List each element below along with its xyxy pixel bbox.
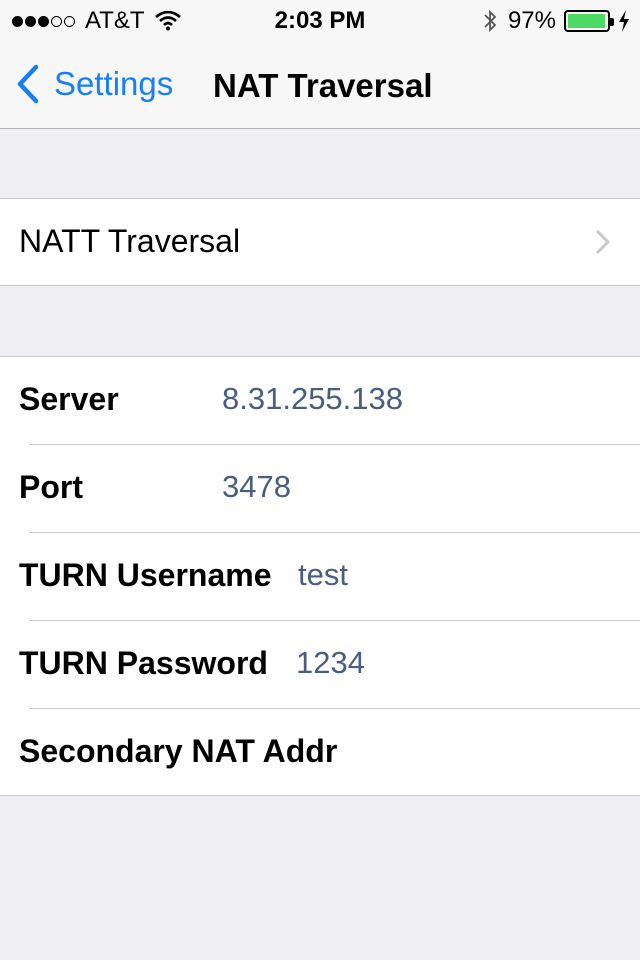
natt-traversal-label: NATT Traversal [19,223,241,259]
turn-password-label: TURN Password [19,645,268,681]
port-field[interactable]: 3478 [222,469,291,505]
turn-username-row[interactable]: TURN Username test [0,533,640,621]
status-bar: AT&T 2:03 PM 97% [0,0,640,40]
back-button-label: Settings [54,65,174,102]
turn-password-field[interactable]: 1234 [296,645,365,681]
server-label: Server [19,381,119,417]
charging-bolt-icon [619,10,629,32]
chevron-left-icon [17,64,39,104]
turn-username-label: TURN Username [19,557,272,593]
page-title: NAT Traversal [213,67,433,104]
back-button[interactable]: Settings [16,64,173,104]
status-right: 97% [482,7,630,35]
chevron-right-icon [596,230,610,254]
battery-tip [610,18,614,26]
natt-section: NATT Traversal [0,198,640,286]
port-label: Port [19,469,83,505]
secondary-nat-row[interactable]: Secondary NAT Addr [0,709,640,797]
battery-percent: 97% [507,7,556,34]
port-row[interactable]: Port 3478 [0,445,640,533]
server-field[interactable]: 8.31.255.138 [222,381,403,417]
server-row[interactable]: Server 8.31.255.138 [0,357,640,445]
battery-fill [568,14,605,28]
turn-username-field[interactable]: test [298,557,348,593]
secondary-nat-label: Secondary NAT Addr [19,733,338,769]
navigation-bar: Settings NAT Traversal [0,40,640,129]
server-settings-section: Server 8.31.255.138 Port 3478 TURN Usern… [0,356,640,796]
natt-traversal-row[interactable]: NATT Traversal [0,199,640,287]
bluetooth-icon [484,9,497,33]
turn-password-row[interactable]: TURN Password 1234 [0,621,640,709]
battery-icon [564,10,614,32]
